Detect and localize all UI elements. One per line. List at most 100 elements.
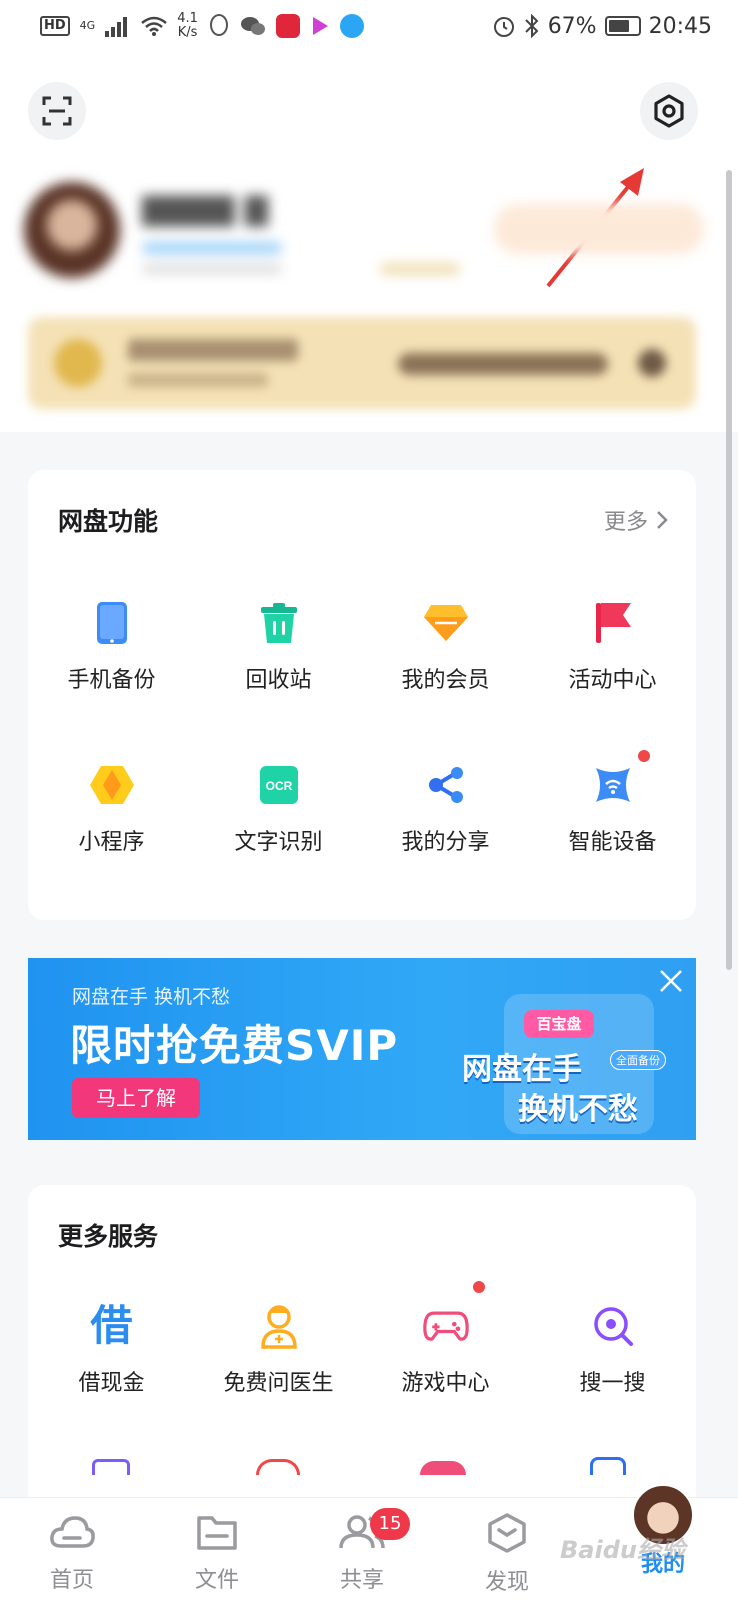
tab-discover[interactable]: 发现 (457, 1512, 557, 1596)
vip-title (128, 339, 298, 361)
partial-icon (420, 1461, 466, 1475)
username-blurred: ▇▇▇▇ ▇ (142, 192, 268, 227)
service-free-doctor[interactable]: 免费问医生 (195, 1303, 362, 1397)
settings-button[interactable] (640, 82, 698, 140)
upgrade-button[interactable] (494, 204, 704, 254)
scrollbar[interactable] (726, 170, 732, 970)
settings-hexagon-icon (654, 94, 684, 128)
tab-label: 首页 (49, 1568, 94, 1593)
alarm-icon (493, 17, 514, 37)
banner-art-line1: 网盘在手 (462, 1052, 582, 1087)
new-indicator-dot (637, 750, 650, 762)
hd-indicator: HD (40, 16, 70, 36)
clock: 20:45 (648, 13, 712, 39)
battery-icon (604, 16, 641, 36)
qq-icon (209, 14, 228, 36)
user-profile-blurred[interactable]: ▇▇▇▇ ▇ (24, 182, 714, 282)
hexagon-icon (89, 766, 134, 804)
banner-subtitle: 网盘在手 换机不愁 (72, 986, 231, 1008)
battery-percent: 67% (547, 13, 597, 39)
share-badge: 15 (370, 1508, 410, 1540)
signal-icon (105, 17, 128, 37)
more-link[interactable]: 更多 (604, 504, 668, 536)
scan-icon (42, 96, 72, 126)
video-app-icon (312, 17, 328, 35)
chevron-right-icon (657, 511, 668, 529)
network-speed: 4.1 K/s (177, 12, 198, 40)
banner-illustration: 百宝盘 网盘在手 全面备份 换机不愁 (448, 964, 688, 1136)
service-cash-loan[interactable]: 借 借现金 (28, 1303, 195, 1397)
feature-label: 智能设备 (568, 830, 657, 855)
service-search[interactable]: 搜一搜 (529, 1303, 696, 1397)
feature-smart-device[interactable]: 智能设备 (529, 750, 696, 856)
service-row-partial (28, 1455, 696, 1475)
promo-banner[interactable]: 网盘在手 换机不愁 限时抢免费SVIP 马上了解 百宝盘 网盘在手 全面备份 换… (28, 958, 696, 1140)
feature-phone-backup[interactable]: 手机备份 (28, 600, 195, 694)
profile-header: ▇▇▇▇ ▇ (0, 52, 738, 432)
vip-subtitle (128, 373, 268, 387)
avatar (24, 182, 120, 278)
storage-bar (142, 264, 282, 274)
vip-arrow-icon (638, 349, 666, 377)
partial-icon (590, 1457, 626, 1475)
feature-recycle-bin[interactable]: 回收站 (195, 600, 362, 694)
tab-label: 文件 (194, 1568, 239, 1593)
partial-icon (256, 1459, 300, 1475)
netdisk-features-card: 网盘功能 更多 手机备份 回收站 我的会员 活动中心 小程序 OCR 文字识别 … (28, 470, 696, 920)
search-icon (593, 1307, 633, 1346)
service-game-center[interactable]: 游戏中心 (362, 1281, 529, 1397)
vip-coin-icon (54, 339, 102, 387)
scan-button[interactable] (28, 82, 86, 140)
more-label: 更多 (603, 510, 648, 535)
feature-ocr[interactable]: OCR 文字识别 (195, 762, 362, 856)
level-bar (142, 242, 282, 254)
learn-more-button[interactable]: 马上了解 (72, 1078, 200, 1118)
status-bar: HD 4G 4.1 K/s 67% 20:45 (0, 0, 738, 52)
feature-label: 手机备份 (67, 668, 156, 693)
cloud-icon (50, 1516, 95, 1548)
ocr-icon-text: OCR (265, 779, 292, 793)
loan-icon: 借 (90, 1301, 133, 1350)
banner-art-pill: 全面备份 (610, 1050, 666, 1070)
share-icon (428, 767, 463, 803)
flag-icon (595, 603, 631, 643)
tab-label: 发现 (484, 1570, 529, 1595)
netease-music-icon (275, 14, 300, 38)
tab-home[interactable]: 首页 (22, 1512, 122, 1594)
doctor-icon (260, 1305, 297, 1349)
wifi-icon (141, 16, 168, 36)
speed-unit: K/s (177, 25, 198, 40)
speed-value: 4.1 (177, 11, 198, 26)
feature-label: 活动中心 (568, 668, 657, 693)
folder-icon (197, 1516, 237, 1550)
new-indicator-dot (472, 1281, 485, 1293)
banner-art-line2: 换机不愁 (518, 1092, 638, 1127)
partial-icon (92, 1459, 130, 1475)
feature-my-membership[interactable]: 我的会员 (362, 600, 529, 694)
cube-icon (488, 1513, 526, 1553)
feature-activity-center[interactable]: 活动中心 (529, 600, 696, 694)
watermark: Baidu经验 (560, 1536, 685, 1564)
gamepad-icon (422, 1311, 469, 1341)
service-label: 免费问医生 (223, 1371, 334, 1396)
services-title: 更多服务 (58, 1222, 159, 1251)
features-title: 网盘功能 (58, 507, 159, 536)
service-label: 借现金 (78, 1371, 145, 1396)
feature-label: 我的会员 (401, 668, 490, 693)
vip-action[interactable] (398, 353, 608, 375)
bluetooth-icon (524, 14, 539, 38)
trash-icon (260, 603, 297, 643)
tab-files[interactable]: 文件 (167, 1512, 267, 1594)
feature-mini-program[interactable]: 小程序 (28, 762, 195, 856)
tab-share[interactable]: 15 共享 (312, 1508, 412, 1594)
feature-my-share[interactable]: 我的分享 (362, 762, 529, 856)
more-services-card: 更多服务 借 借现金 免费问医生 游戏中心 搜一搜 (28, 1185, 696, 1515)
service-label: 游戏中心 (401, 1371, 490, 1396)
ocr-icon: OCR (259, 766, 298, 804)
phone-backup-icon (96, 602, 127, 644)
banner-title: 限时抢免费SVIP (70, 1021, 399, 1070)
banner-logo: 百宝盘 (524, 1010, 594, 1038)
network-type: 4G (79, 19, 96, 32)
close-icon[interactable] (656, 966, 686, 996)
vip-card-blurred[interactable] (28, 317, 696, 409)
